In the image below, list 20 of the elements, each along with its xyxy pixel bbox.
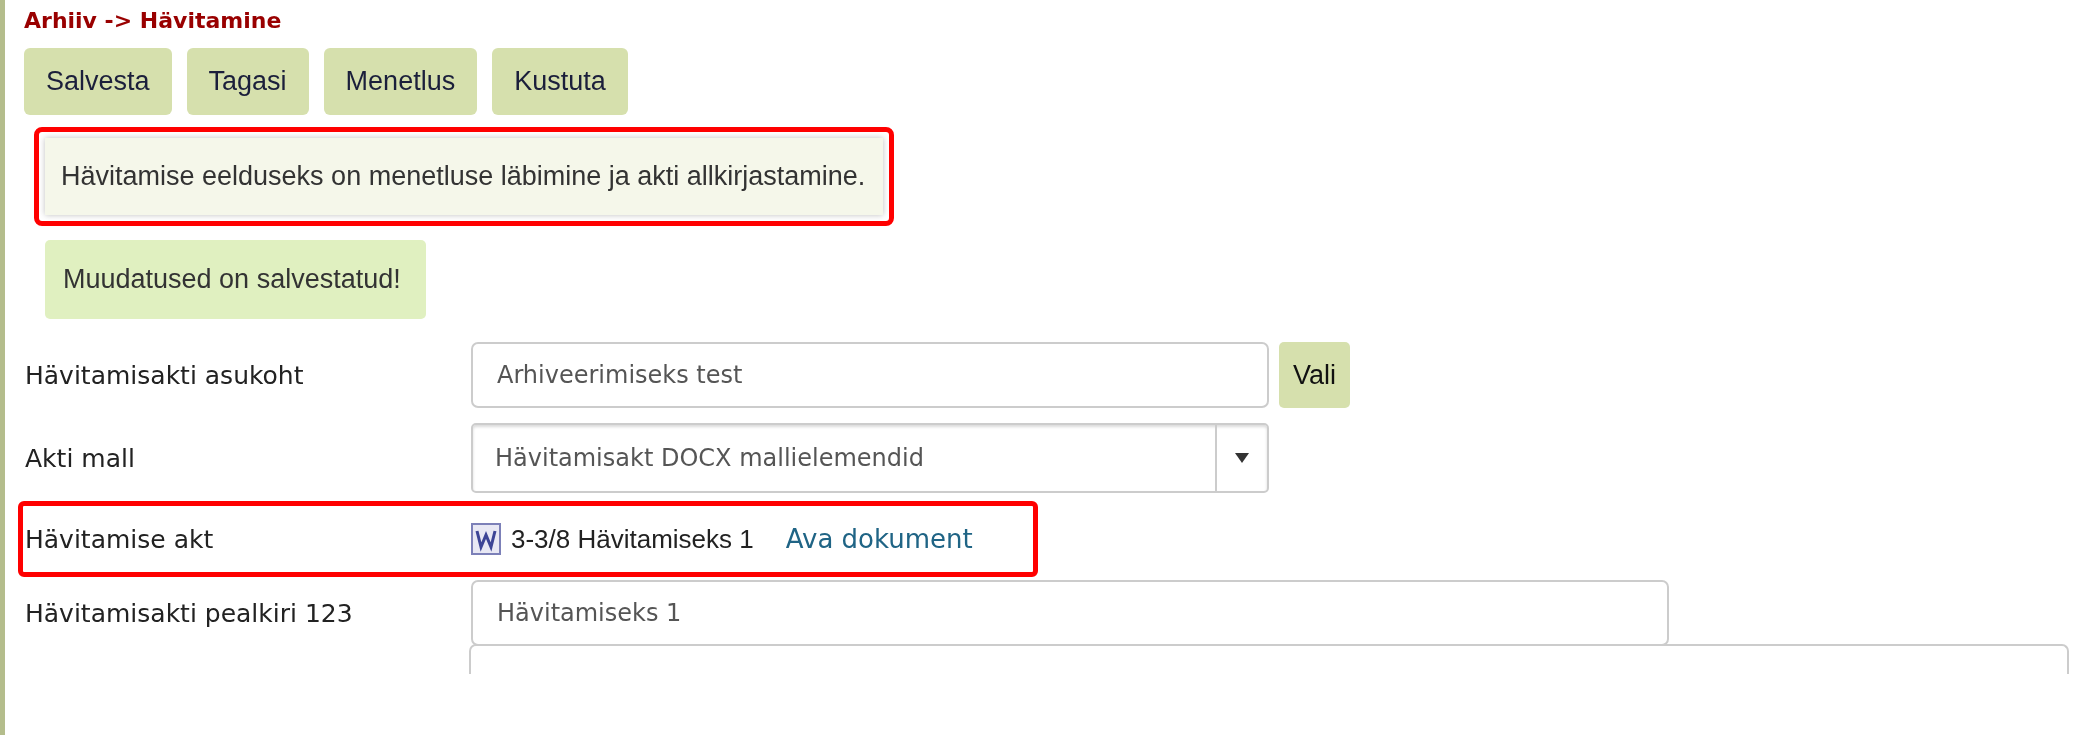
toolbar-button[interactable]: Menetlus [323,48,478,115]
select-button[interactable]: Vali [1279,342,1351,408]
open-document-link[interactable]: Ava dokument [785,524,973,554]
text-field[interactable]: Arhiveerimiseks test [471,342,1269,408]
text-field[interactable] [469,644,2069,674]
field-label: Hävitamisakti pealkiri 123 [24,598,354,628]
info-message: Hävitamise eelduseks on menetluse läbimine ja akti allkirjastamine. [45,138,883,215]
toolbar-button[interactable]: Kustuta [492,48,628,115]
template-dropdown[interactable]: Hävitamisakt DOCX mallielemendid [471,423,1269,493]
success-message: Muudatused on salvestatud! [45,240,426,319]
word-document-icon [471,523,501,555]
caret-icon [1235,453,1249,463]
field-label: Hävitamise akt [24,524,215,554]
toolbar-button[interactable]: Tagasi [186,48,309,115]
toolbar-button[interactable]: Salvesta [24,48,172,115]
field-label: Hävitamisakti asukoht [24,360,305,390]
text-field[interactable]: Hävitamiseks 1 [471,580,1669,646]
page-title: Arhiiv -> Hävitamine [24,8,283,35]
field-label: Akti mall [24,443,136,473]
document-name: 3-3/8 Hävitamiseks 1 [511,523,754,555]
